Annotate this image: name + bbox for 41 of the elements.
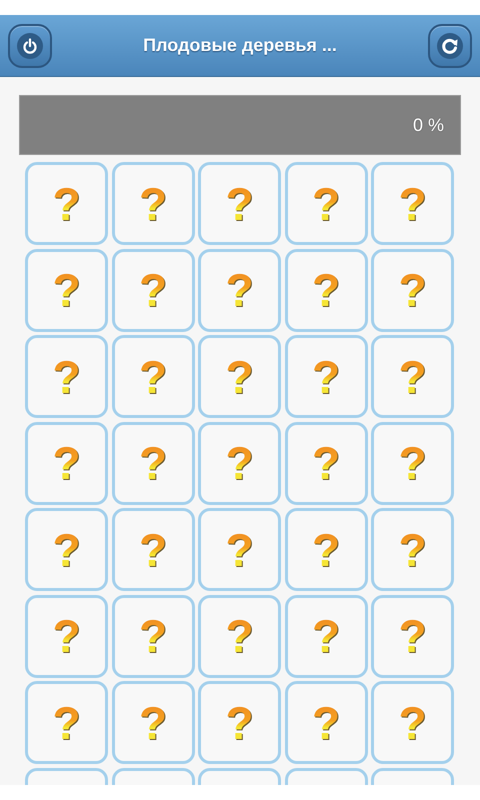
power-icon <box>23 38 37 54</box>
memory-card[interactable]: ? <box>112 508 194 591</box>
refresh-icon <box>441 36 459 54</box>
memory-card[interactable]: ? <box>25 162 108 245</box>
memory-card[interactable]: ? <box>284 594 368 678</box>
memory-card[interactable]: ? <box>371 681 454 764</box>
memory-card[interactable]: ? <box>371 508 454 591</box>
memory-card[interactable]: ? <box>198 422 281 504</box>
memory-card[interactable]: ? <box>371 422 454 504</box>
memory-card[interactable]: ? <box>198 594 281 678</box>
refresh-button[interactable] <box>428 24 472 68</box>
power-button[interactable] <box>8 24 52 68</box>
memory-card[interactable]: ? <box>198 335 281 418</box>
memory-card[interactable]: ? <box>112 162 194 245</box>
memory-card[interactable]: ? <box>112 594 194 678</box>
memory-card[interactable]: ? <box>284 248 368 332</box>
memory-card[interactable]: ? <box>112 681 194 764</box>
memory-card[interactable]: ? <box>25 594 108 678</box>
progress-reading: 0 % <box>412 115 444 136</box>
memory-card[interactable]: ? <box>371 594 454 678</box>
memory-card[interactable]: ? <box>198 162 281 245</box>
memory-card[interactable]: ? <box>198 248 281 332</box>
memory-card[interactable]: ? <box>371 248 454 332</box>
memory-card[interactable]: ? <box>284 681 368 764</box>
memory-card[interactable]: ? <box>371 335 454 418</box>
memory-card[interactable]: ? <box>284 335 368 418</box>
memory-card[interactable]: ? <box>25 335 108 418</box>
memory-card[interactable]: ? <box>371 162 454 245</box>
memory-card[interactable]: ? <box>25 508 108 591</box>
memory-card[interactable]: ? <box>284 162 368 245</box>
memory-card[interactable]: ? <box>25 248 108 332</box>
memory-card[interactable]: ? <box>112 248 194 332</box>
memory-card[interactable]: ? <box>25 681 108 764</box>
memory-card[interactable]: ? <box>198 508 281 591</box>
memory-card[interactable]: ? <box>284 508 368 591</box>
memory-card[interactable]: ? <box>198 681 281 764</box>
memory-card[interactable]: ? <box>25 422 108 504</box>
app-title: Плодовые деревья ... <box>143 35 337 56</box>
memory-card[interactable]: ? <box>284 422 368 504</box>
memory-card[interactable]: ? <box>112 422 194 504</box>
memory-card[interactable]: ? <box>112 335 194 418</box>
